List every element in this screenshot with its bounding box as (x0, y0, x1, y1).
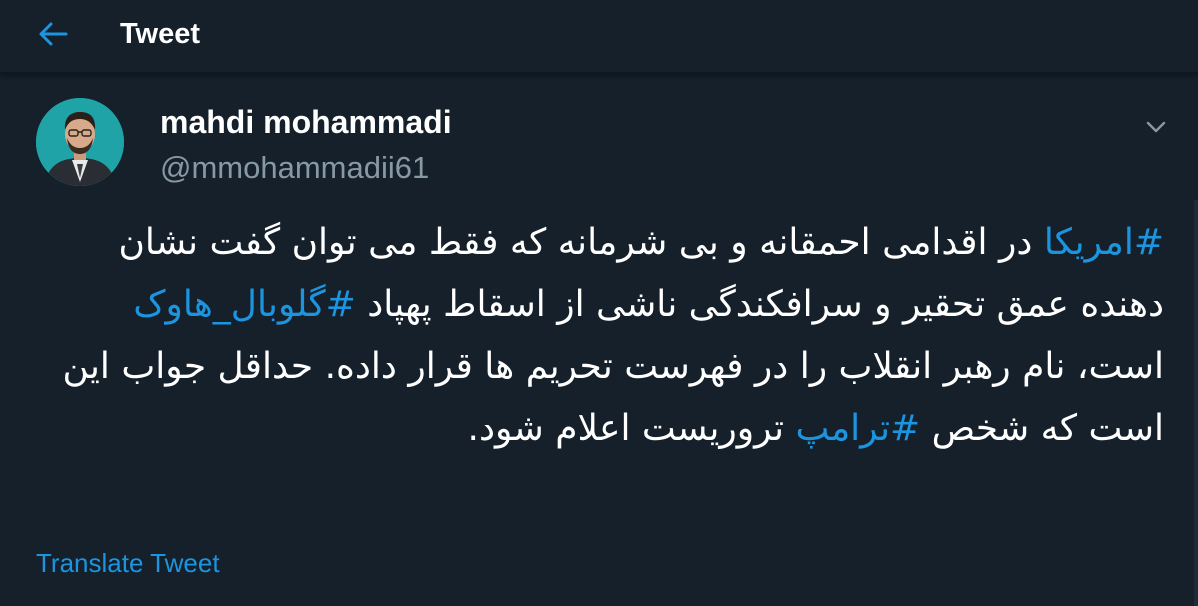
hashtag-link[interactable]: #ترامپ (796, 408, 921, 449)
chevron-down-icon (1146, 121, 1166, 133)
author-name[interactable]: mahdi mohammadi (160, 102, 452, 142)
scrollbar[interactable] (1194, 200, 1198, 606)
more-options-button[interactable] (1140, 112, 1172, 142)
author-handle[interactable]: @mmohammadii61 (160, 148, 429, 188)
back-arrow-icon (39, 22, 68, 46)
hashtag-link[interactable]: #گلوبال_هاوک (133, 284, 356, 325)
translate-tweet-link[interactable]: Translate Tweet (36, 546, 220, 580)
avatar[interactable] (36, 98, 124, 186)
tweet-text-segment: تروریست اعلام شود. (467, 408, 796, 449)
tweet-detail-screen: Tweet mahdi mohammadi @mmohammadii61 #ام… (0, 0, 1198, 606)
profile-photo (36, 98, 124, 186)
page-title: Tweet (120, 18, 201, 50)
top-app-bar: Tweet (0, 0, 1198, 74)
hashtag-link[interactable]: #امریکا (1044, 222, 1164, 263)
tweet-body: #امریکا در اقدامی احمقانه و بی شرمانه که… (40, 212, 1164, 460)
back-button[interactable] (30, 14, 76, 54)
